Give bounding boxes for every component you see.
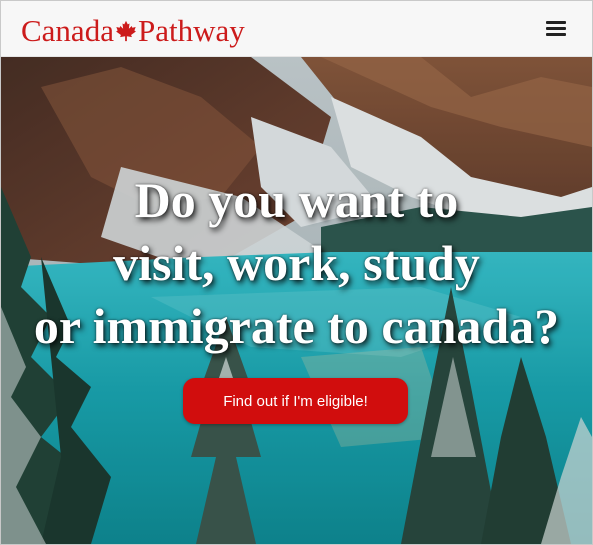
brand-name-second: Pathway	[137, 13, 245, 48]
hero-headline-line-3: or immigrate to canada?	[33, 298, 560, 354]
hero-headline: Do you want to visit, work, study or imm…	[1, 169, 592, 358]
page: Canada Pathway Do you want to visit, wor…	[0, 0, 593, 545]
brand-logo[interactable]: Canada Pathway	[21, 11, 245, 51]
maple-leaf-icon	[115, 20, 137, 42]
hero-headline-line-1: Do you want to	[134, 172, 459, 228]
navbar: Canada Pathway	[1, 1, 592, 57]
hero-headline-line-2: visit, work, study	[113, 235, 480, 291]
hamburger-menu-icon[interactable]	[546, 19, 566, 37]
brand-name-first: Canada	[21, 13, 114, 48]
eligibility-cta-button[interactable]: Find out if I'm eligible!	[183, 378, 408, 424]
hero-section: Do you want to visit, work, study or imm…	[1, 57, 592, 544]
